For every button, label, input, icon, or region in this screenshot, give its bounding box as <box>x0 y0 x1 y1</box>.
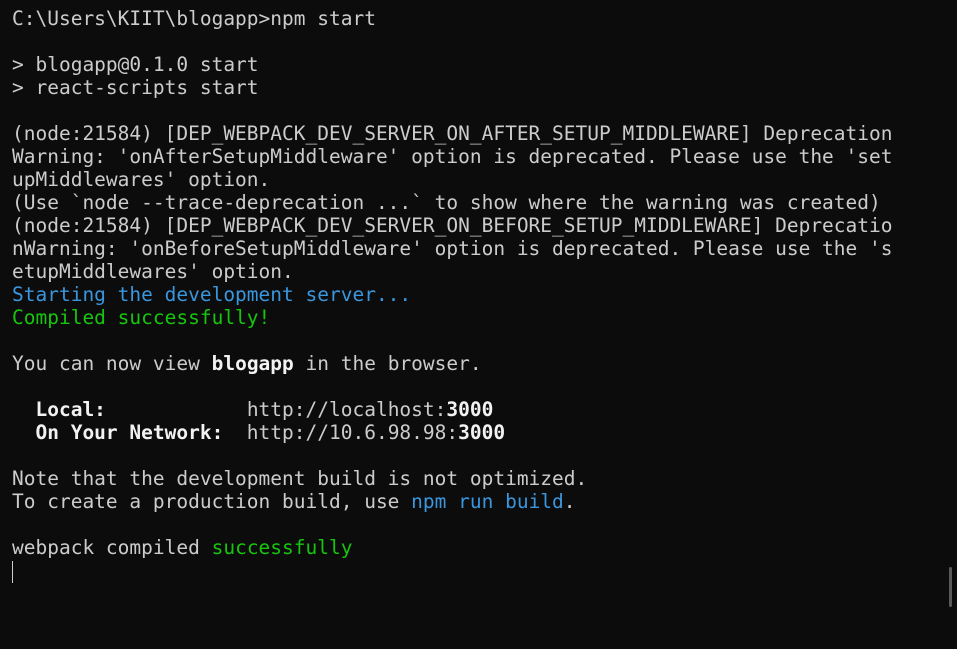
line-segment: . <box>563 490 576 513</box>
line-segment: 3000 <box>446 398 494 421</box>
line-segment: blogapp <box>211 352 294 375</box>
line-segment: C:\Users\KIIT\blogapp>npm start <box>12 7 376 30</box>
line-segment: upMiddlewares' option. <box>12 168 271 191</box>
line-segment: > react-scripts start <box>12 76 259 99</box>
output-line: nWarning: 'onBeforeSetupMiddleware' opti… <box>12 237 957 260</box>
output-line: etupMiddlewares' option. <box>12 260 957 283</box>
line-segment: To create a production build, use <box>12 490 412 513</box>
output-line: C:\Users\KIIT\blogapp>npm start <box>12 7 957 30</box>
line-segment: Local: <box>35 398 106 421</box>
output-line: Starting the development server... <box>12 283 957 306</box>
line-segment: nWarning: 'onBeforeSetupMiddleware' opti… <box>12 237 893 260</box>
line-segment <box>12 421 35 444</box>
output-line: Compiled successfully! <box>12 306 957 329</box>
line-segment: 3000 <box>458 421 506 444</box>
line-segment: You can now view <box>12 352 212 375</box>
output-line: > blogapp@0.1.0 start <box>12 53 957 76</box>
output-line: webpack compiled successfully <box>12 536 957 559</box>
line-segment: npm run build <box>411 490 564 513</box>
line-segment: (node:21584) [DEP_WEBPACK_DEV_SERVER_ON_… <box>12 122 893 145</box>
line-segment <box>12 398 35 421</box>
line-segment: Compiled successfully! <box>12 306 271 329</box>
output-line: Local: http://localhost:3000 <box>12 398 957 421</box>
input-line[interactable] <box>12 559 957 583</box>
vertical-scrollbar[interactable] <box>945 0 957 649</box>
line-segment: > blogapp@0.1.0 start <box>12 53 259 76</box>
scrollbar-thumb[interactable] <box>949 567 952 607</box>
line-segment: Warning: 'onAfterSetupMiddleware' option… <box>12 145 893 168</box>
terminal-output: C:\Users\KIIT\blogapp>npm start > blogapp… <box>12 7 957 559</box>
output-line: Note that the development build is not o… <box>12 467 957 490</box>
line-segment: etupMiddlewares' option. <box>12 260 294 283</box>
output-line: (Use `node --trace-deprecation ...` to s… <box>12 191 957 214</box>
line-segment: (Use `node --trace-deprecation ...` to s… <box>12 191 881 214</box>
line-segment: webpack compiled <box>12 536 212 559</box>
output-line: > react-scripts start <box>12 76 957 99</box>
line-segment: (node:21584) [DEP_WEBPACK_DEV_SERVER_ON_… <box>12 214 893 237</box>
line-segment: in the browser. <box>293 352 482 375</box>
output-line: Warning: 'onAfterSetupMiddleware' option… <box>12 145 957 168</box>
text-cursor <box>12 560 13 583</box>
line-segment: successfully <box>211 536 353 559</box>
line-segment: On Your Network: <box>35 421 224 444</box>
output-line: (node:21584) [DEP_WEBPACK_DEV_SERVER_ON_… <box>12 122 957 145</box>
output-line: upMiddlewares' option. <box>12 168 957 191</box>
line-segment: Starting the development server... <box>12 283 412 306</box>
output-line: You can now view blogapp in the browser. <box>12 352 957 375</box>
terminal-window[interactable]: C:\Users\KIIT\blogapp>npm start > blogapp… <box>0 0 957 649</box>
line-segment: Note that the development build is not o… <box>12 467 588 490</box>
output-line: To create a production build, use npm ru… <box>12 490 957 513</box>
output-line: On Your Network: http://10.6.98.98:3000 <box>12 421 957 444</box>
line-segment: http://localhost: <box>105 398 447 421</box>
line-segment: http://10.6.98.98: <box>223 421 459 444</box>
output-line: (node:21584) [DEP_WEBPACK_DEV_SERVER_ON_… <box>12 214 957 237</box>
